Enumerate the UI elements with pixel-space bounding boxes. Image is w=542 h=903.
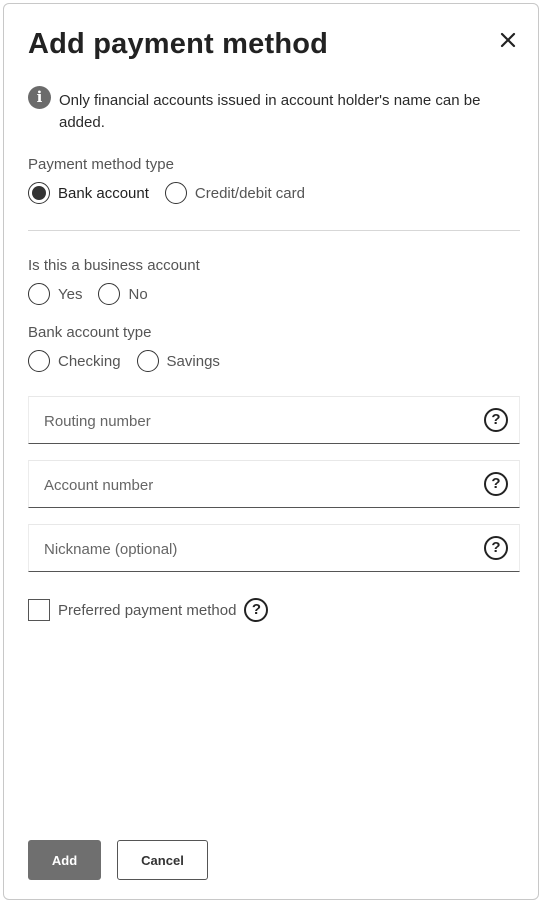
radio-label: Bank account [58, 184, 149, 202]
radio-credit-debit-card[interactable]: Credit/debit card [164, 182, 305, 204]
preferred-payment-checkbox[interactable] [28, 599, 50, 621]
nickname-placeholder: Nickname (optional) [44, 541, 178, 558]
business-account-group: Yes No [28, 283, 164, 305]
radio-button[interactable] [136, 350, 159, 372]
radio-bank-account[interactable]: Bank account [28, 182, 149, 204]
cancel-button[interactable]: Cancel [117, 840, 208, 880]
question-circle-icon[interactable]: ? [244, 598, 269, 622]
payment-method-type-label: Payment method type [28, 156, 174, 173]
question-circle-icon[interactable]: ? [484, 472, 508, 496]
nickname-field[interactable]: Nickname (optional) ? [28, 524, 520, 572]
add-button[interactable]: Add [28, 840, 101, 880]
routing-number-placeholder: Routing number [44, 413, 151, 430]
radio-yes[interactable]: Yes [28, 283, 82, 305]
preferred-payment-row: Preferred payment method ? [28, 598, 269, 622]
preferred-payment-label: Preferred payment method [58, 601, 237, 619]
radio-label: Credit/debit card [194, 184, 305, 202]
radio-button[interactable] [28, 350, 50, 372]
payment-method-type-group: Bank account Credit/debit card [28, 182, 321, 204]
account-number-placeholder: Account number [44, 477, 154, 494]
radio-label: Checking [58, 352, 121, 370]
radio-no[interactable]: No [98, 283, 148, 305]
account-number-field[interactable]: Account number ? [28, 460, 520, 508]
radio-button[interactable] [98, 283, 121, 305]
radio-checking[interactable]: Checking [28, 350, 121, 372]
routing-number-field[interactable]: Routing number ? [28, 396, 520, 444]
radio-savings[interactable]: Savings [136, 350, 220, 372]
close-button[interactable] [496, 28, 520, 52]
add-payment-dialog: Add payment method i Only financial acco… [3, 3, 539, 900]
radio-button-checked[interactable] [28, 182, 50, 204]
radio-button[interactable] [28, 283, 50, 305]
info-icon: i [28, 86, 51, 109]
radio-button[interactable] [164, 182, 187, 204]
question-circle-icon[interactable]: ? [484, 408, 508, 432]
radio-label: Yes [58, 285, 83, 303]
divider [28, 230, 520, 231]
business-account-label: Is this a business account [28, 257, 200, 274]
info-text: Only financial accounts issued in accoun… [59, 92, 481, 131]
bank-account-type-group: Checking Savings [28, 350, 236, 372]
question-circle-icon[interactable]: ? [484, 536, 508, 560]
dialog-title: Add payment method [28, 28, 329, 60]
bank-account-type-label: Bank account type [28, 324, 152, 341]
radio-label: No [128, 285, 148, 303]
close-icon [500, 32, 516, 48]
radio-label: Savings [166, 352, 220, 370]
